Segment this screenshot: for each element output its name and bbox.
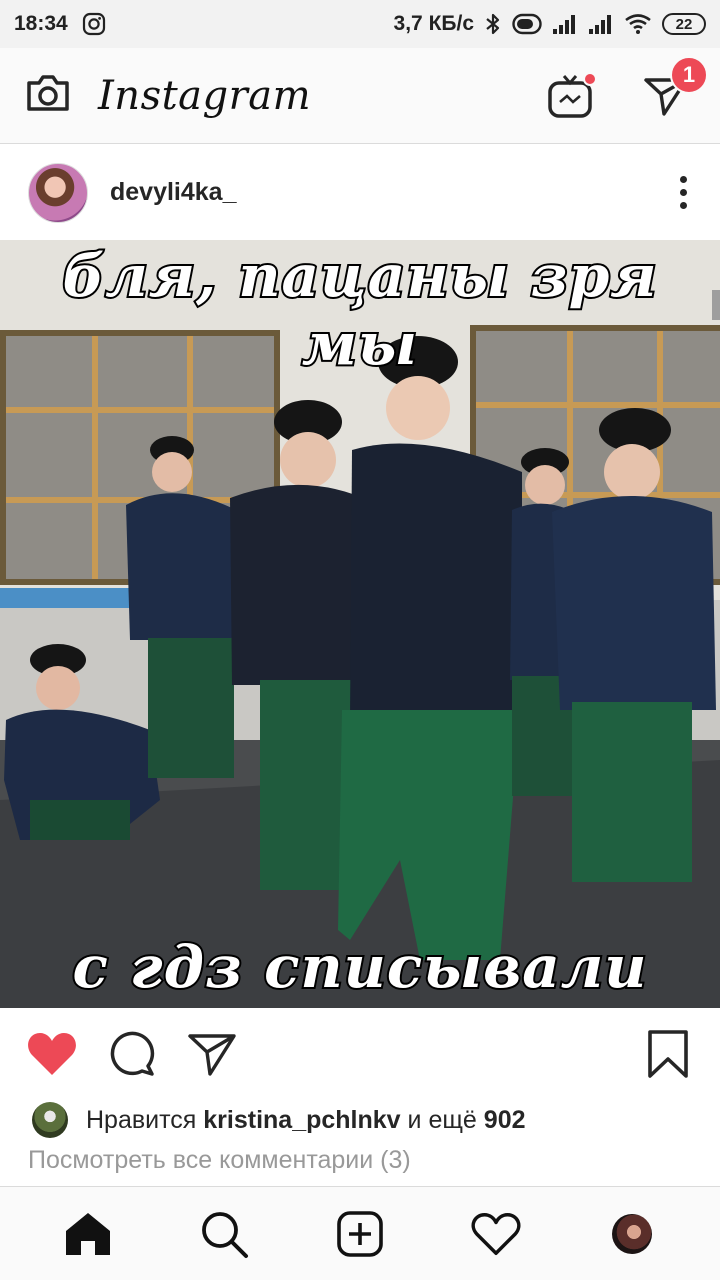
post-actions	[0, 1010, 720, 1098]
toggle-icon	[512, 13, 542, 35]
status-bar: 18:34 3,7 КБ/с 22	[0, 0, 720, 48]
nav-search[interactable]	[194, 1204, 254, 1264]
status-time: 18:34	[14, 12, 68, 35]
direct-message-button[interactable]: 1	[642, 55, 708, 120]
view-comments-link[interactable]: Посмотреть все комментарии (3)	[28, 1146, 411, 1175]
avatar[interactable]	[28, 162, 88, 223]
share-icon	[188, 1034, 236, 1076]
wifi-icon	[624, 13, 652, 35]
nav-profile[interactable]	[602, 1204, 662, 1264]
more-options-icon[interactable]	[668, 173, 698, 213]
post-image[interactable]: бля, пацаны зря мы с гдз списывали	[0, 240, 720, 1008]
post-username[interactable]: devyli4ka_	[110, 178, 237, 207]
bottom-nav	[0, 1186, 720, 1280]
app-title: Instagram	[98, 72, 312, 119]
nav-activity[interactable]	[466, 1204, 526, 1264]
dm-badge: 1	[670, 55, 708, 94]
likes-prefix: Нравится	[86, 1105, 197, 1134]
battery-icon: 22	[662, 13, 706, 35]
igtv-notification-dot	[583, 71, 597, 86]
camera-icon[interactable]	[24, 69, 72, 122]
likes-count[interactable]: 902	[484, 1106, 526, 1135]
nav-home[interactable]	[58, 1204, 118, 1264]
comment-icon	[110, 1031, 155, 1076]
signal-icon	[588, 13, 614, 35]
save-button[interactable]	[642, 1028, 694, 1080]
activity-icon	[471, 1212, 521, 1255]
bookmark-icon	[648, 1030, 688, 1078]
igtv-button[interactable]	[546, 71, 597, 120]
profile-avatar	[612, 1213, 652, 1254]
heart-filled-icon	[28, 1033, 76, 1075]
battery-level: 22	[675, 15, 693, 33]
home-icon	[66, 1212, 110, 1255]
bluetooth-icon	[484, 12, 502, 36]
signal-icon	[552, 13, 578, 35]
likes-summary[interactable]: Нравится kristina_pchlnkv и ещё 902	[32, 1102, 526, 1138]
share-button[interactable]	[186, 1028, 238, 1080]
app-bar: Instagram 1	[0, 48, 720, 144]
likes-middle: и ещё	[407, 1105, 477, 1134]
meme-top-text: бля, пацаны зря мы	[60, 240, 658, 380]
scrollbar-thumb[interactable]	[712, 290, 720, 320]
search-icon	[202, 1211, 248, 1258]
liker-avatar	[32, 1102, 68, 1138]
new-post-icon	[337, 1210, 383, 1257]
liker-username[interactable]: kristina_pchlnkv	[203, 1106, 400, 1135]
like-button[interactable]	[26, 1028, 78, 1080]
network-speed: 3,7 КБ/с	[393, 12, 474, 35]
meme-bottom-text: с гдз списывали	[71, 931, 649, 1003]
post-header: devyli4ka_	[0, 145, 720, 240]
nav-new-post[interactable]	[330, 1204, 390, 1264]
comment-button[interactable]	[106, 1028, 158, 1080]
instagram-notification-icon	[82, 12, 106, 36]
